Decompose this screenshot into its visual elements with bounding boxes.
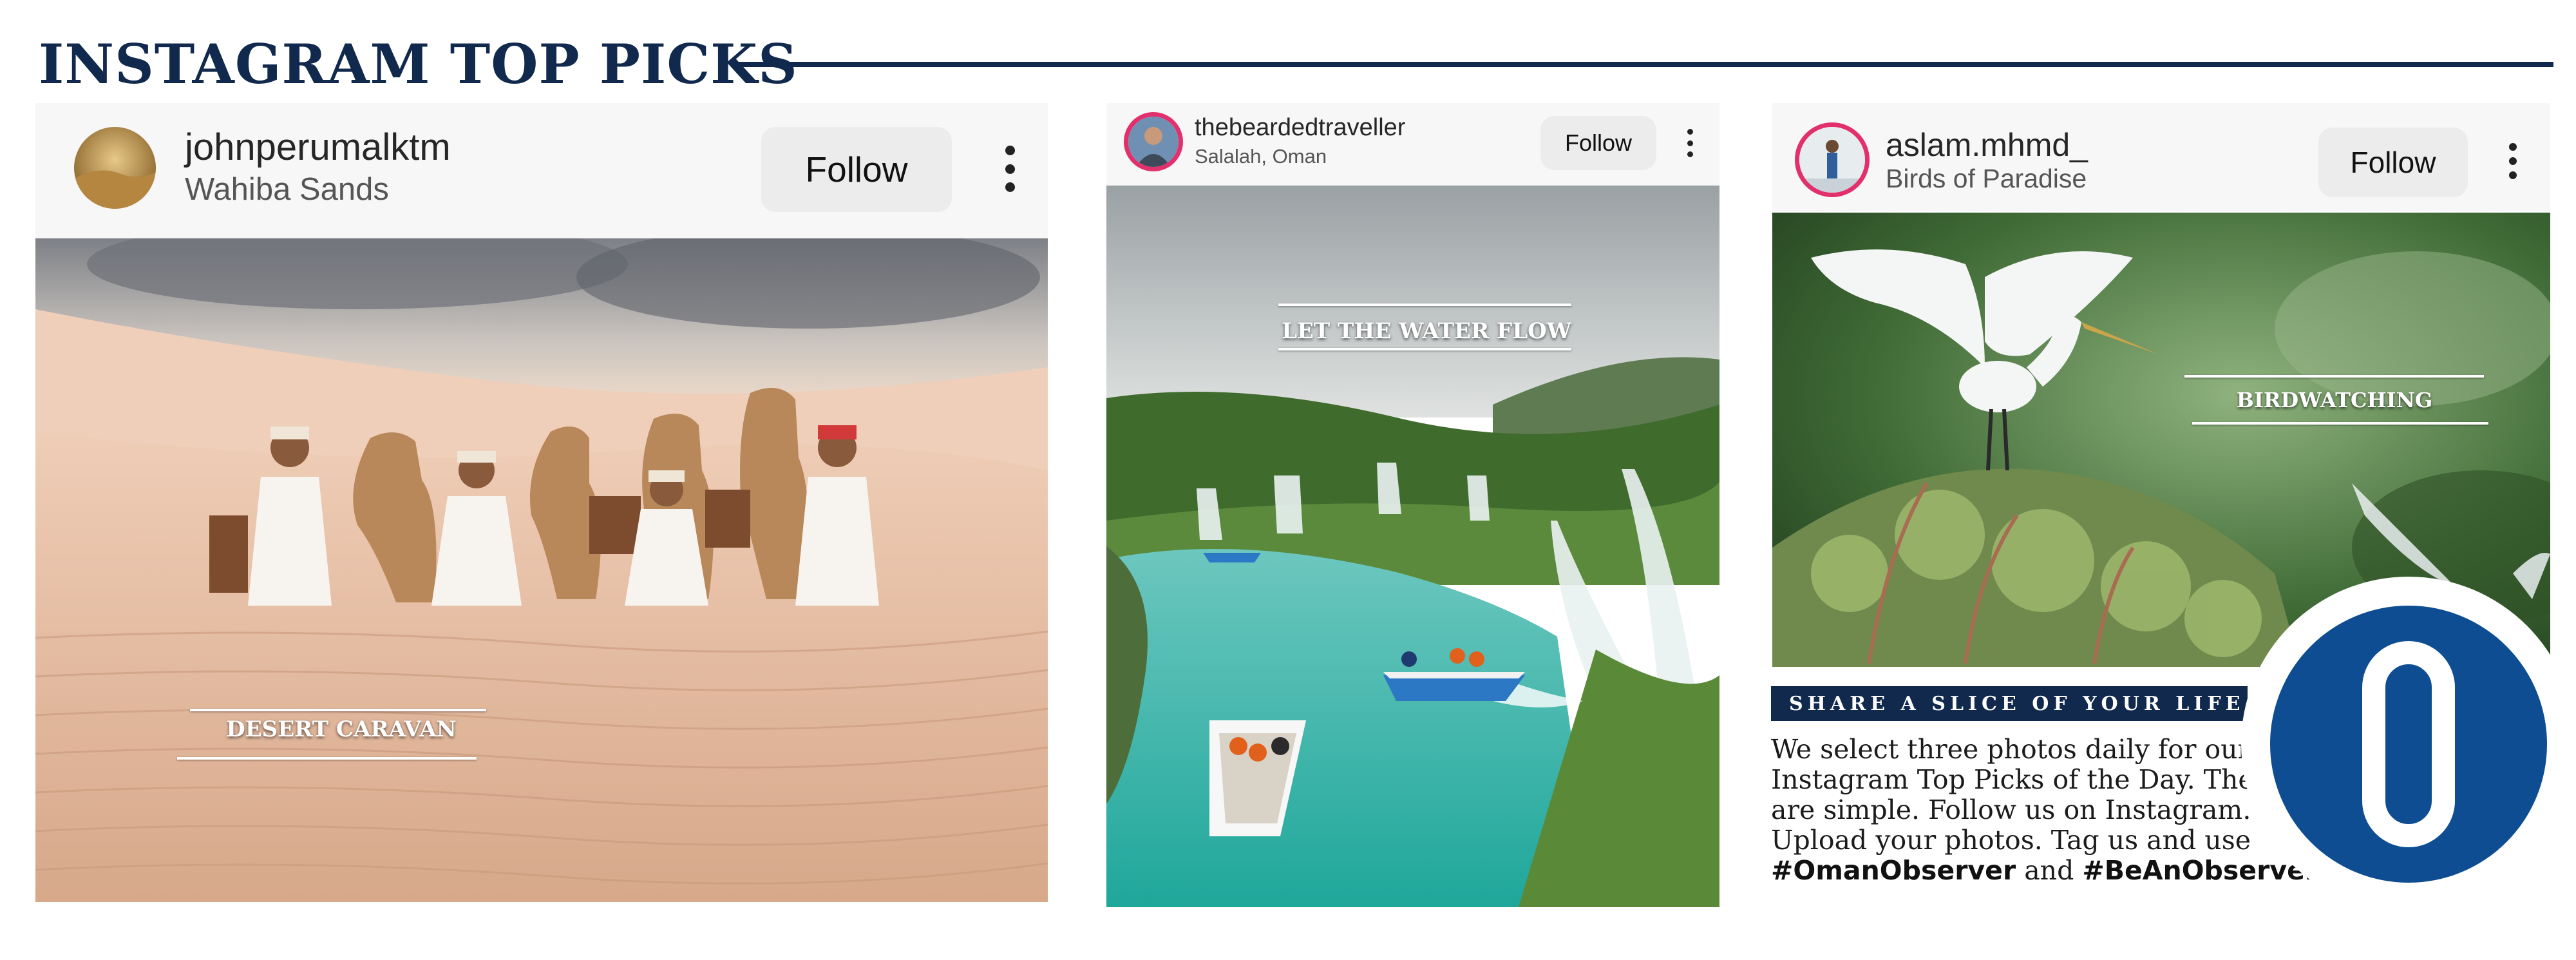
avatar[interactable] [74,127,156,209]
post-location[interactable]: Birds of Paradise [1886,164,2087,194]
photo-caption: LET THE WATER FLOW [1282,318,1571,344]
post-username[interactable]: johnperumalktm [185,126,451,169]
caption-rule [1278,348,1571,350]
follow-button[interactable]: Follow [1540,116,1656,170]
title-rule [731,62,2553,67]
post-username[interactable]: thebeardedtraveller [1195,114,1405,142]
photo-caption: DESERT CARAVAN [226,716,457,742]
avatar-photo-icon [74,127,156,209]
avatar-photo-icon [1128,117,1179,167]
post-location[interactable]: Wahiba Sands [185,171,389,207]
avatar[interactable] [1124,112,1183,171]
post-photo [1106,186,1719,907]
kebab-menu-icon[interactable] [1685,129,1694,157]
post-location[interactable]: Salalah, Oman [1195,145,1327,168]
share-heading: SHARE A SLICE OF YOUR LIFE [1771,686,2248,721]
kebab-menu-icon[interactable] [1003,146,1016,192]
avatar[interactable] [1795,122,1870,197]
post-photo [35,238,1048,902]
caption-rule [2184,375,2484,378]
photo-caption: BIRDWATCHING [2236,388,2433,412]
observer-logo-o-icon [2362,641,2455,847]
post-username[interactable]: aslam.mhmd_ [1886,126,2088,164]
kebab-menu-icon[interactable] [2508,143,2518,179]
avatar-photo-icon [1799,127,1865,193]
follow-button[interactable]: Follow [761,127,952,212]
caption-rule [1278,303,1571,306]
follow-button[interactable]: Follow [2318,128,2468,197]
caption-rule [177,757,477,760]
caption-rule [2192,422,2488,425]
page-title: INSTAGRAM TOP PICKS [39,32,798,96]
caption-rule [190,709,486,711]
hashtag-oman-observer: #OmanObserver [1771,855,2016,886]
share-connector: and [2024,855,2074,886]
